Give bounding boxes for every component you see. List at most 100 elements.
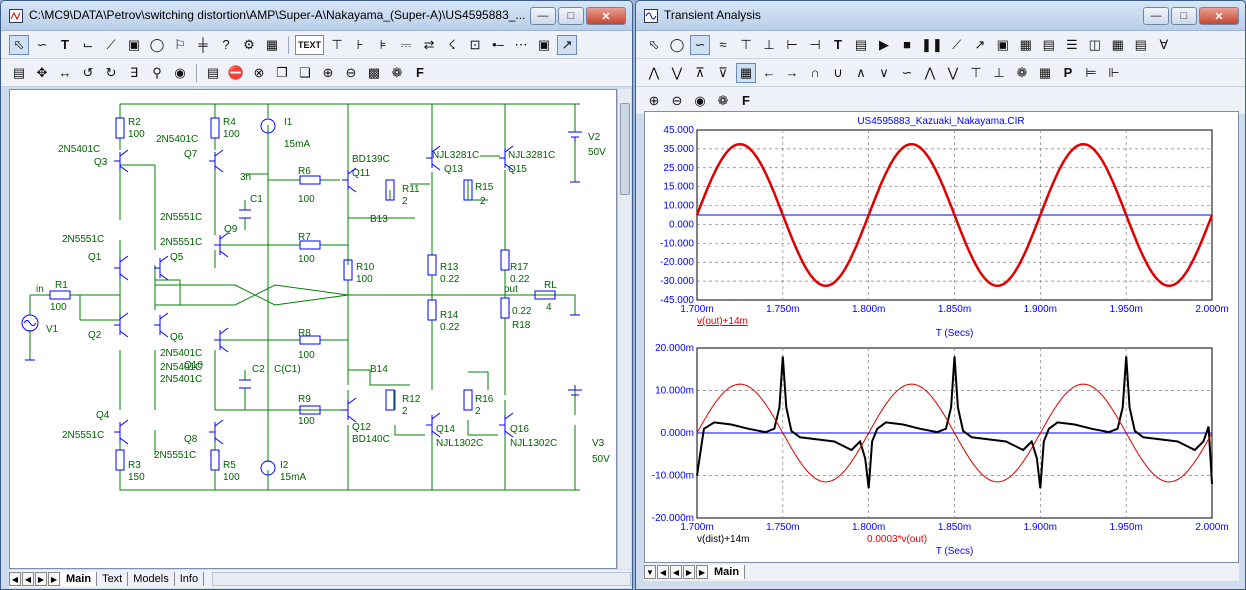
font-icon[interactable]: F bbox=[736, 91, 756, 111]
node-numbers-icon[interactable]: ⊤ bbox=[327, 35, 347, 55]
pause-icon[interactable]: ❚❚ bbox=[920, 35, 944, 55]
grid-icon[interactable]: ⋯ bbox=[511, 35, 531, 55]
minimize-button[interactable]: — bbox=[1143, 7, 1169, 25]
transient-titlebar[interactable]: Transient Analysis — □ ✕ bbox=[636, 1, 1245, 31]
color-icon[interactable]: ❁ bbox=[387, 63, 407, 83]
prev-tab-icon[interactable]: ◀ bbox=[670, 565, 682, 579]
binoculars-icon[interactable]: ◉ bbox=[170, 63, 190, 83]
data-point-icon[interactable]: ⊨ bbox=[1081, 63, 1101, 83]
close-button[interactable]: ✕ bbox=[586, 7, 626, 25]
valley-icon[interactable]: ⋁ bbox=[667, 63, 687, 83]
cursor-icon[interactable]: ↗ bbox=[557, 34, 578, 55]
frame-icon[interactable]: ▣ bbox=[993, 35, 1013, 55]
marker-icon[interactable]: ∀ bbox=[1154, 35, 1174, 55]
zoom-in-icon[interactable]: ⊕ bbox=[644, 91, 664, 111]
next-high-icon[interactable]: ∧ bbox=[851, 63, 871, 83]
diagonal-wire-icon[interactable]: ⟋ bbox=[101, 35, 121, 55]
window-icon[interactable]: ▣ bbox=[534, 35, 554, 55]
fit-icon[interactable]: ▩ bbox=[364, 63, 384, 83]
delete-icon[interactable]: ⊗ bbox=[249, 63, 269, 83]
zoom-fit-icon[interactable]: ◉ bbox=[690, 91, 710, 111]
properties-icon[interactable]: ▤ bbox=[9, 63, 29, 83]
current-icon[interactable]: ⊧ bbox=[373, 35, 393, 55]
pin-icon[interactable]: ╪ bbox=[193, 35, 213, 55]
component-icon[interactable]: ▣ bbox=[124, 35, 144, 55]
next-valley-icon[interactable]: ∪ bbox=[828, 63, 848, 83]
first-tab-icon[interactable]: ◀ bbox=[657, 565, 669, 579]
waveform-icon[interactable]: ≈ bbox=[713, 35, 733, 55]
help-icon[interactable]: ? bbox=[216, 35, 236, 55]
line-icon[interactable]: ↗ bbox=[970, 35, 990, 55]
graphics-icon[interactable]: ◯ bbox=[147, 35, 167, 55]
schematic-vertical-scrollbar[interactable] bbox=[617, 89, 631, 569]
high-icon[interactable]: ⊼ bbox=[690, 63, 710, 83]
wire-mode-icon[interactable]: ∽ bbox=[32, 35, 52, 55]
text-mode-icon[interactable]: T bbox=[828, 35, 848, 55]
tag-icon[interactable]: ⊤ bbox=[736, 35, 756, 55]
ortho-wire-icon[interactable]: ⌙ bbox=[78, 35, 98, 55]
dropdown-icon[interactable]: ▼ bbox=[644, 565, 656, 579]
voltage-icon[interactable]: ⊦ bbox=[350, 35, 370, 55]
minimize-button[interactable]: — bbox=[530, 7, 556, 25]
peak-icon[interactable]: ⋀ bbox=[644, 63, 664, 83]
select-mode-icon[interactable]: ⬁ bbox=[644, 35, 664, 55]
stop-icon[interactable]: ■ bbox=[897, 35, 917, 55]
pin-connect-icon[interactable]: ☇ bbox=[442, 35, 462, 55]
schematic-horizontal-scrollbar[interactable] bbox=[212, 572, 631, 586]
maximize-button[interactable]: □ bbox=[558, 7, 584, 25]
slope-icon[interactable]: ⟋ bbox=[947, 35, 967, 55]
next-tab-icon[interactable]: ▶ bbox=[683, 565, 695, 579]
transient-plot-canvas[interactable]: US4595883_Kazuaki_Nakayama.CIR 1.700m 1.7… bbox=[644, 111, 1239, 563]
last-tab-icon[interactable]: ▶ bbox=[696, 565, 708, 579]
columns-icon[interactable]: ◫ bbox=[1085, 35, 1105, 55]
graphics-icon[interactable]: ◯ bbox=[667, 35, 687, 55]
list-icon[interactable]: ☰ bbox=[1062, 35, 1082, 55]
move-icon[interactable]: ✥ bbox=[32, 63, 52, 83]
schematic-titlebar[interactable]: C:\MC9\DATA\Petrov\switching distortion\… bbox=[1, 1, 632, 31]
table-icon[interactable]: ▦ bbox=[1108, 35, 1128, 55]
color-icon[interactable]: ❁ bbox=[1012, 63, 1032, 83]
inflection-icon[interactable]: ∽ bbox=[897, 63, 917, 83]
state-icon[interactable]: ⇄ bbox=[419, 35, 439, 55]
chart-icon[interactable]: ▦ bbox=[736, 62, 756, 83]
probe-icon[interactable]: ▦ bbox=[262, 35, 282, 55]
tab-info[interactable]: Info bbox=[175, 572, 205, 586]
tab-main[interactable]: Main bbox=[61, 572, 98, 586]
color-icon[interactable]: ❁ bbox=[713, 91, 733, 111]
copy-icon[interactable]: ❐ bbox=[272, 63, 292, 83]
table-icon[interactable]: ▦ bbox=[1035, 63, 1055, 83]
select-mode-icon[interactable]: ⬁ bbox=[9, 34, 29, 55]
next-low-icon[interactable]: ∨ bbox=[874, 63, 894, 83]
close-button[interactable]: ✕ bbox=[1199, 7, 1239, 25]
p-key-icon[interactable]: P bbox=[1058, 63, 1078, 83]
horizontal-tag-icon[interactable]: ⊢ bbox=[782, 35, 802, 55]
font-icon[interactable]: F bbox=[410, 63, 430, 83]
tab-main[interactable]: Main bbox=[709, 565, 746, 579]
maximize-button[interactable]: □ bbox=[1171, 7, 1197, 25]
grid-icon[interactable]: ▦ bbox=[1016, 35, 1036, 55]
page-icon[interactable]: ▤ bbox=[203, 63, 223, 83]
paste-icon[interactable]: ❏ bbox=[295, 63, 315, 83]
point-tag-icon[interactable]: ⊥ bbox=[759, 35, 779, 55]
zoom-in-icon[interactable]: ⊕ bbox=[318, 63, 338, 83]
zoom-out-icon[interactable]: ⊖ bbox=[667, 91, 687, 111]
tokens-icon[interactable]: ⊩ bbox=[1104, 63, 1124, 83]
prev-tab-icon[interactable]: ◀ bbox=[22, 572, 34, 586]
tab-text[interactable]: Text bbox=[97, 572, 129, 586]
flag-icon[interactable]: ⚐ bbox=[170, 35, 190, 55]
tab-models[interactable]: Models bbox=[128, 572, 175, 586]
info-icon[interactable]: ⚙ bbox=[239, 35, 259, 55]
on-icon[interactable]: ⊡ bbox=[465, 35, 485, 55]
stop-icon[interactable]: ⛔ bbox=[226, 63, 246, 83]
vertical-tag-icon[interactable]: ⊣ bbox=[805, 35, 825, 55]
panel-icon[interactable]: ▤ bbox=[1131, 35, 1151, 55]
mirror-icon[interactable]: ↔ bbox=[55, 63, 75, 83]
global-high-icon[interactable]: ⋀ bbox=[920, 63, 940, 83]
bars-icon[interactable]: ▤ bbox=[1039, 35, 1059, 55]
run-icon[interactable]: ▶ bbox=[874, 35, 894, 55]
global-low-icon[interactable]: ⋁ bbox=[943, 63, 963, 83]
scale-icon[interactable]: ∽ bbox=[690, 34, 710, 55]
top-icon[interactable]: ⊤ bbox=[966, 63, 986, 83]
last-tab-icon[interactable]: ▶ bbox=[48, 572, 60, 586]
next-peak-icon[interactable]: ∩ bbox=[805, 63, 825, 83]
